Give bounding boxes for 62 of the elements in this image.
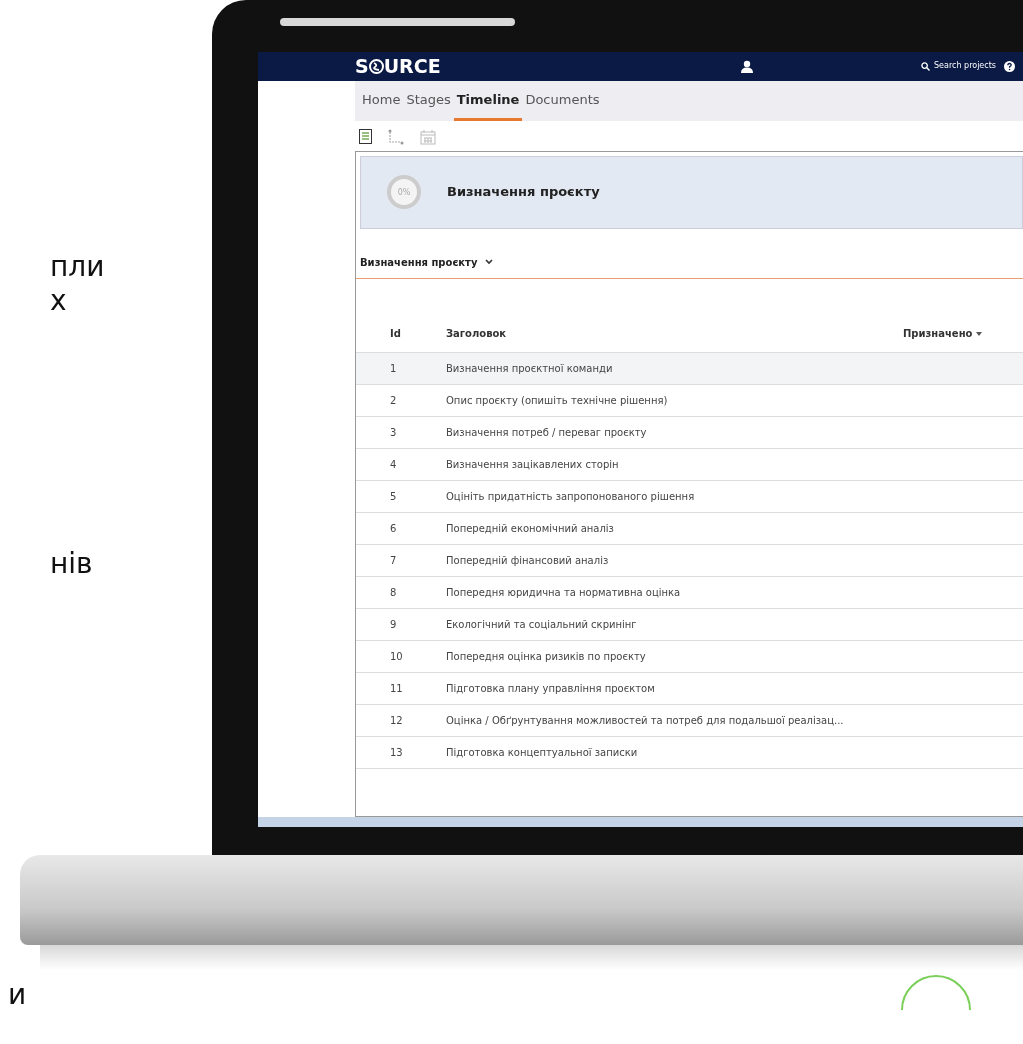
table-row[interactable]: 7 Попередній фінансовий аналіз [356,544,1023,577]
progress-ring: 0% [385,173,423,211]
table-row[interactable]: 5 Оцініть придатність запропонованого рішення [356,480,1023,513]
list-view-icon[interactable] [359,129,372,144]
table-cell-text: 3 [389,425,398,440]
table-row[interactable]: 2 Опис проєкту (опишіть технічне рішення) [356,384,1023,417]
nav-tab[interactable]: Timeline [453,80,523,121]
table-cell-text: 7 [389,553,398,568]
logo[interactable]: S URCE [355,52,441,81]
slide-text: пли [50,250,106,284]
table-row[interactable]: 11 Підготовка плану управління проєктом [356,672,1023,705]
table-cell-text: Підготовка плану управління проєктом [446,681,656,696]
section-title[interactable]: Визначення проєкту [360,254,478,270]
stage-title: Визначення проєкту [447,183,600,202]
column-header[interactable]: Призначено [903,326,973,341]
user-icon[interactable] [741,59,754,73]
help-icon[interactable] [1004,60,1015,72]
column-header: Id [389,327,402,341]
table-cell-text: Визначення потреб / переваг проєкту [446,425,648,440]
table-cell-text: Визначення проєктної команди [446,361,614,376]
table-cell-text: Попередня юридична та нормативна оцінка [446,585,682,600]
table-row[interactable]: 10 Попередня оцінка ризиків по проєкту [356,640,1023,673]
nav-tab[interactable]: Home [359,80,404,121]
sort-caret-icon[interactable] [976,331,983,336]
table-cell-text: Підготовка концептуальної записки [446,745,639,760]
table-cell-text: Оцінка / Обґрунтування можливостей та потреб для подальшої реалізац... [446,713,845,728]
table-cell-text: Оцініть придатність запропонованого рішення [446,489,696,504]
table-cell-text: Опис проєкту (опишіть технічне рішення) [446,393,669,408]
table-cell-text: 4 [389,457,398,472]
table-row[interactable]: 1 Визначення проєктної команди [356,352,1023,385]
slide-text: х [50,283,68,318]
table-row[interactable]: 3 Визначення потреб / переваг проєкту [356,416,1023,449]
table-cell-text: 6 [389,521,398,536]
table-cell-text: 9 [389,617,398,632]
search-icon[interactable] [921,61,931,71]
table-row[interactable]: 9 Екологічний та соціальний скринінг [356,608,1023,641]
chevron-down-icon[interactable] [485,259,494,265]
table-cell-text: 11 [389,681,404,696]
table-cell-text: 2 [389,393,398,408]
table-row[interactable]: 6 Попередній економічний аналіз [356,512,1023,545]
slide-text: нів [50,547,94,581]
table-cell-text: Визначення зацікавлених сторін [446,457,620,472]
table-cell-text: Попередня оцінка ризиків по проєкту [446,649,647,664]
table-cell-text: Попередній фінансовий аналіз [446,553,610,568]
table-row[interactable]: 8 Попередня юридична та нормативна оцінка [356,576,1023,609]
slide-text: и [8,978,28,1012]
table-cell-text: 1 [389,361,398,376]
nav-tab[interactable]: Stages [403,80,454,121]
branch-icon[interactable] [388,128,404,145]
table-cell-text: Попередній економічний аналіз [446,521,615,536]
search-link[interactable]: Search projects [921,60,996,73]
table-cell-text: 8 [389,585,398,600]
table-row[interactable]: 12 Оцінка / Обґрунтування можливостей та потреб для подальшої реалізац... [356,704,1023,737]
table-row[interactable]: 4 Визначення зацікавлених сторін [356,448,1023,481]
table-row[interactable]: 13 Підготовка концептуальної записки [356,736,1023,769]
column-header: Заголовок [446,327,508,341]
table-cell-text: 12 [389,713,404,728]
table-cell-text: 10 [389,649,404,664]
table-cell-text: Екологічний та соціальний скринінг [446,617,638,632]
table-cell-text: 13 [389,745,404,760]
nav-tab[interactable]: Documents [522,80,603,121]
table-cell-text: 5 [389,489,398,504]
